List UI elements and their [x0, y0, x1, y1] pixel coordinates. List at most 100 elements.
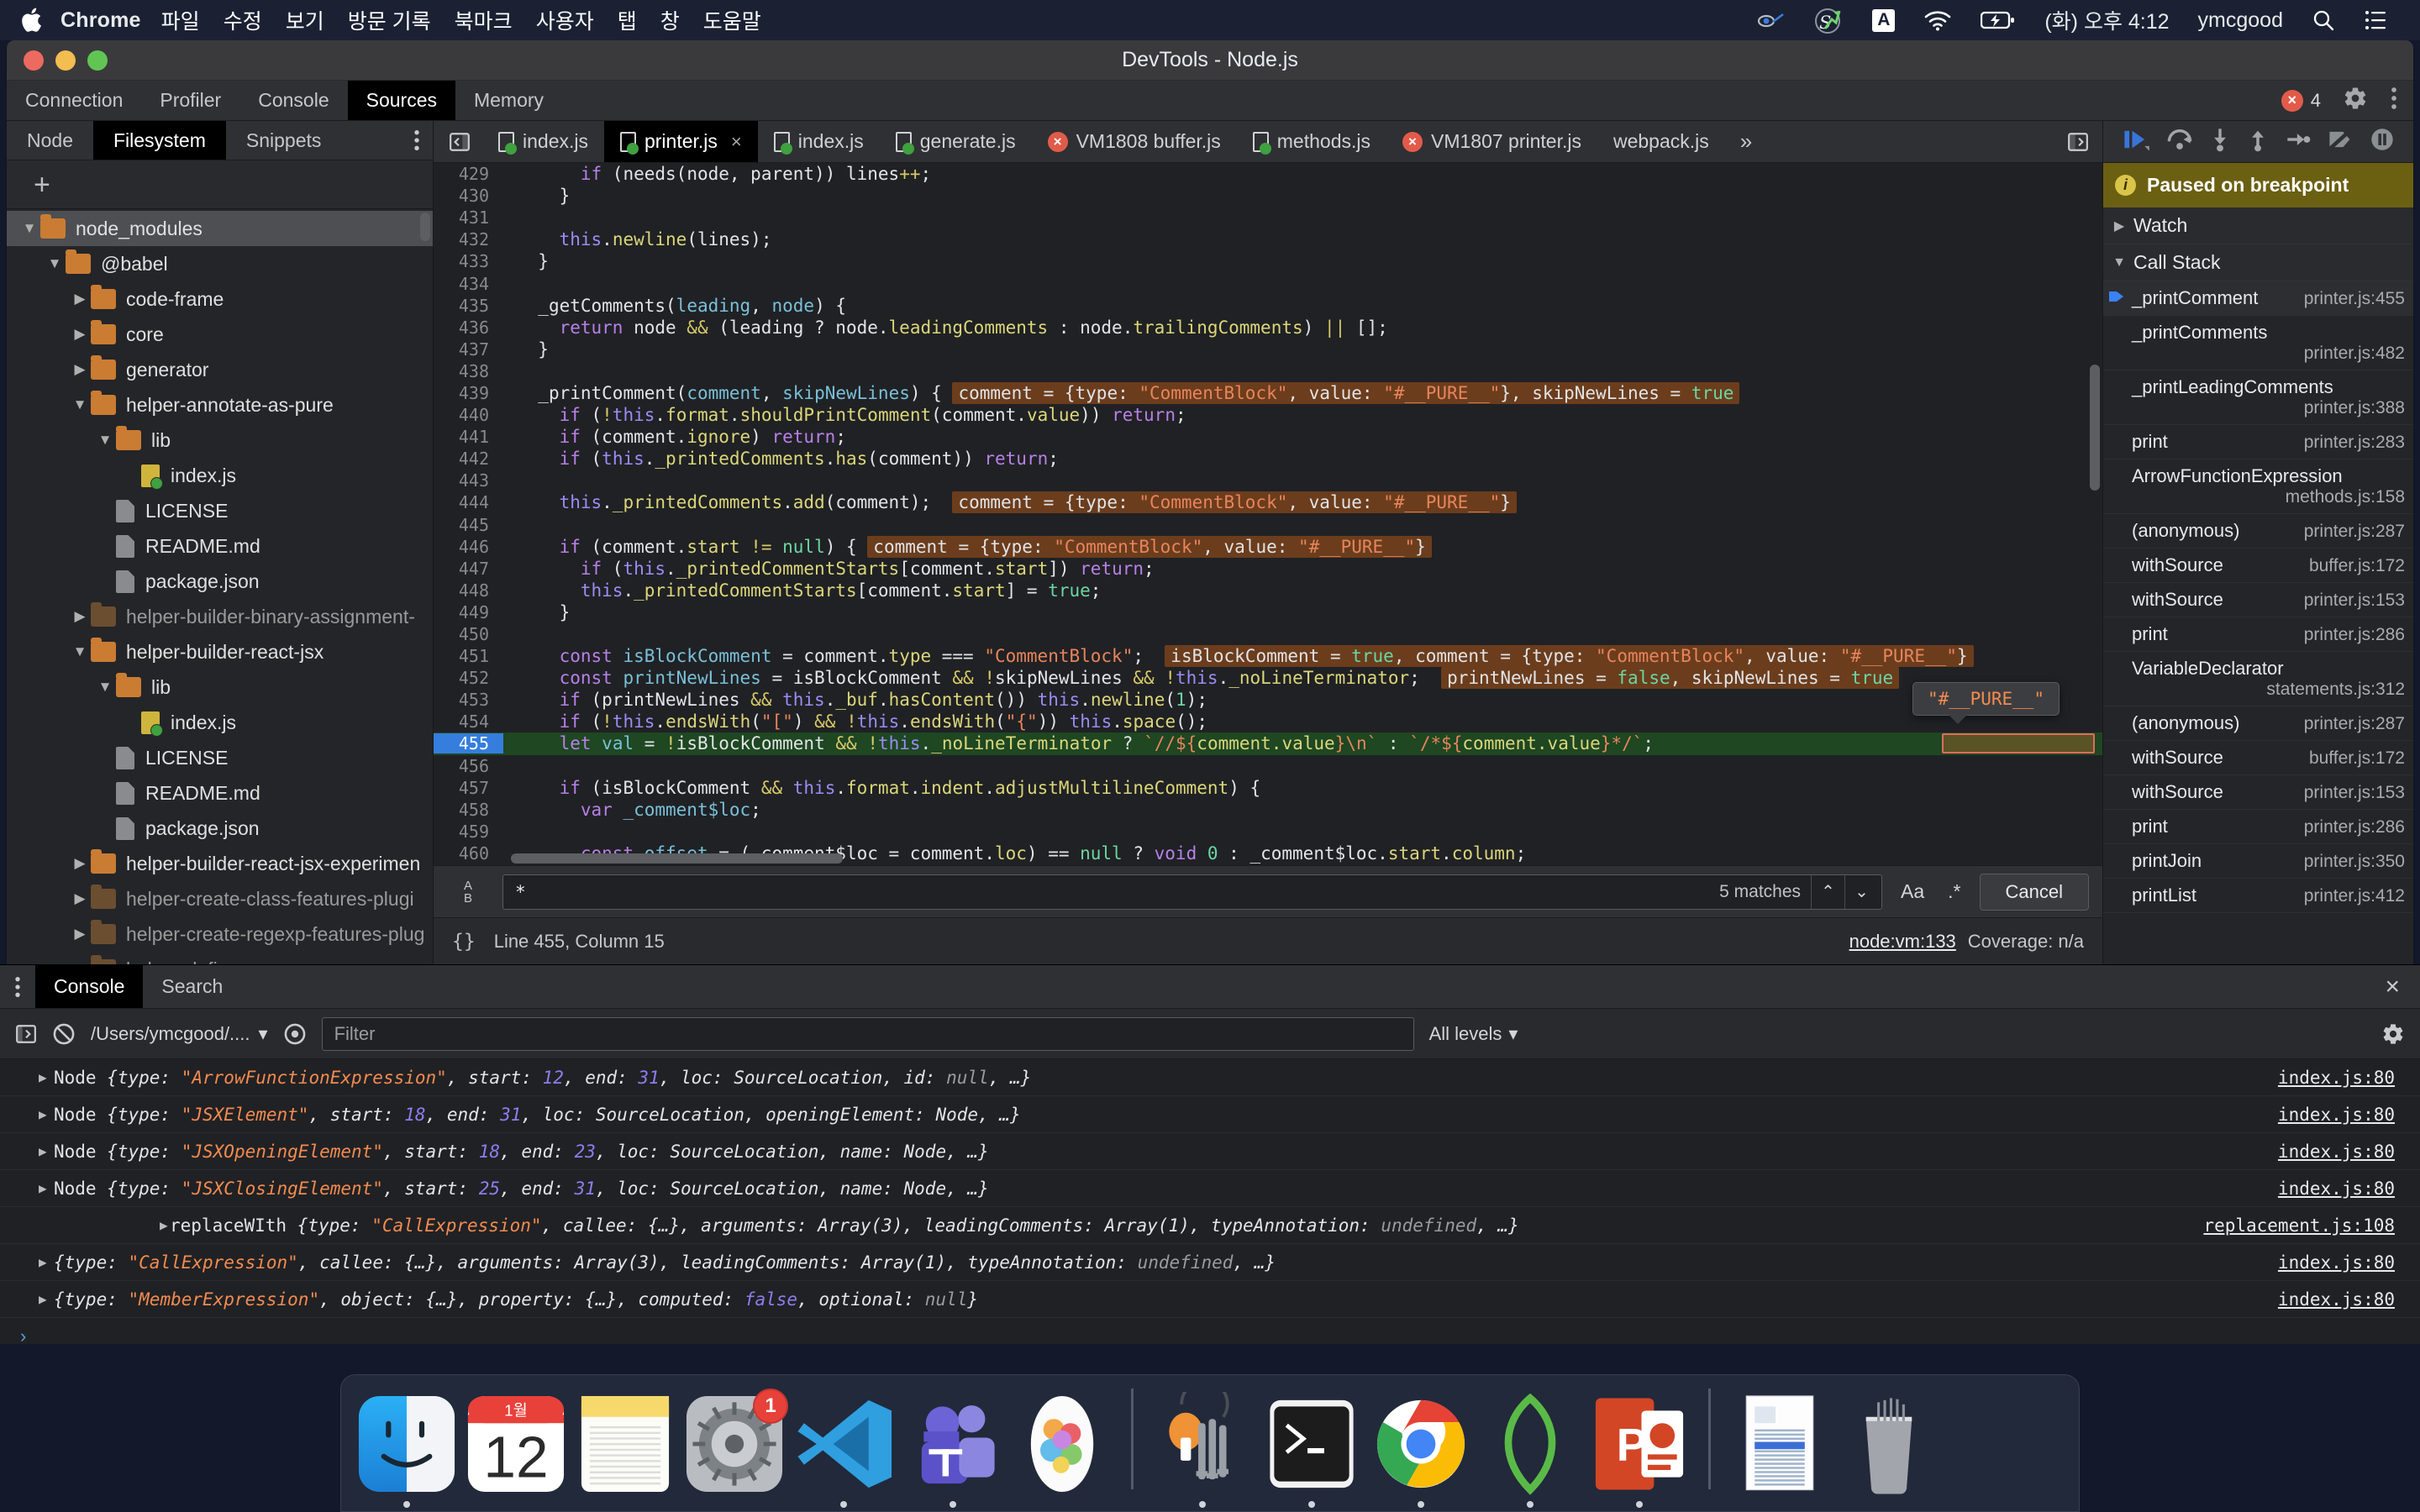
step-out-icon[interactable] [2247, 127, 2269, 156]
console-message[interactable]: ▶ Node {type: "JSXElement", start: 18, en… [0, 1096, 2420, 1133]
file-tab[interactable]: × VM1808 buffer.js [1032, 121, 1237, 162]
code-line[interactable]: 444 this._printedComments.add(comment); … [434, 491, 2102, 514]
dock-item-documents-stack[interactable] [1728, 1392, 1832, 1496]
navigator-scrollbar[interactable] [420, 213, 430, 241]
line-number[interactable]: 459 [434, 822, 503, 842]
call-stack-frame[interactable]: printList printer.js:412 [2103, 879, 2413, 913]
tree-item[interactable]: index.js [7, 458, 433, 493]
chevron-right-icon[interactable]: ▶ [69, 326, 91, 343]
navtab-filesystem[interactable]: Filesystem [92, 121, 226, 160]
line-number[interactable]: 444 [434, 492, 503, 512]
tree-item[interactable]: README.md [7, 528, 433, 564]
line-number[interactable]: 452 [434, 668, 503, 688]
code-line[interactable]: 446 if (comment.start != null) { comment… [434, 535, 2102, 558]
line-number[interactable]: 447 [434, 559, 503, 579]
line-number[interactable]: 430 [434, 186, 503, 206]
add-folder-button[interactable]: + [34, 171, 50, 199]
navtab-snippets[interactable]: Snippets [226, 121, 342, 160]
line-number[interactable]: 457 [434, 778, 503, 798]
code-line[interactable]: 452 const printNewLines = isBlockComment… [434, 667, 2102, 690]
code-line[interactable]: 457 if (isBlockComment && this.format.in… [434, 777, 2102, 799]
eye-tracking-icon[interactable] [1740, 0, 1799, 40]
file-tab[interactable]: × VM1807 printer.js [1386, 121, 1597, 162]
console-message[interactable]: ▶ Node {type: "JSXOpeningElement", start:… [0, 1133, 2420, 1170]
dock-item-finder[interactable] [355, 1392, 459, 1508]
code-line[interactable]: 449 } [434, 601, 2102, 623]
line-number[interactable]: 456 [434, 756, 503, 776]
menu-item-view[interactable]: 보기 [274, 5, 336, 35]
menu-item-bookmarks[interactable]: 북마크 [443, 5, 524, 35]
code-line[interactable]: 451 const isBlockComment = comment.type … [434, 645, 2102, 668]
search-input[interactable]: * 5 matches ⌃ ⌄ [502, 874, 1883, 910]
close-window-button[interactable] [24, 50, 44, 71]
live-expression-icon[interactable] [283, 1022, 307, 1046]
call-stack-frame[interactable]: withSource printer.js:153 [2103, 775, 2413, 810]
dock-item-microsoft-teams[interactable] [901, 1392, 1005, 1508]
drawer-tab-console[interactable]: Console [35, 965, 144, 1008]
section-call-stack[interactable]: ▼ Call Stack [2103, 244, 2413, 281]
console-settings-icon[interactable] [2365, 1022, 2405, 1046]
search-prev-button[interactable]: ⌃ [1811, 874, 1844, 909]
dock-item-google-chrome[interactable] [1369, 1392, 1473, 1508]
file-tab[interactable]: methods.js [1237, 121, 1386, 162]
step-icon[interactable] [2286, 129, 2311, 155]
chevron-right-icon[interactable]: ▶ [69, 361, 91, 378]
code-line[interactable]: 456 [434, 755, 2102, 777]
console-filter-input[interactable]: Filter [321, 1016, 1414, 1051]
code-line[interactable]: 435 _getComments(leading, node) { [434, 295, 2102, 317]
code-line[interactable]: 436 return node && (leading ? node.leadi… [434, 317, 2102, 339]
chevron-down-icon[interactable]: ▼ [69, 396, 91, 413]
call-stack-frame[interactable]: withSource printer.js:153 [2103, 583, 2413, 617]
maximize-window-button[interactable] [87, 50, 108, 71]
code-line[interactable]: 448 this._printedCommentStarts[comment.s… [434, 580, 2102, 601]
search-icon[interactable] [2297, 0, 2349, 40]
file-tab[interactable]: index.js [482, 121, 604, 162]
line-number[interactable]: 449 [434, 602, 503, 622]
resume-icon[interactable] [2122, 127, 2150, 156]
call-stack-frame[interactable]: withSource buffer.js:172 [2103, 549, 2413, 583]
file-tab[interactable]: index.js [758, 121, 880, 162]
battery-charging-icon[interactable] [1966, 0, 2030, 40]
code-line[interactable]: 438 [434, 360, 2102, 382]
dock-item-terminal[interactable] [1260, 1392, 1364, 1508]
line-number[interactable]: 442 [434, 449, 503, 469]
console-source-link[interactable]: index.js:80 [2278, 1105, 2420, 1125]
clear-console-icon[interactable] [52, 1022, 76, 1046]
line-number[interactable]: 436 [434, 318, 503, 338]
tree-item[interactable]: ▶helper-define-map [7, 952, 433, 964]
settings-gear-icon[interactable] [2343, 86, 2368, 115]
input-source-badge[interactable]: A [1858, 0, 1909, 40]
expand-arrow-icon[interactable]: ▶ [39, 1254, 47, 1270]
console-message[interactable]: ▶ {type: "CallExpression", callee: {…}, a… [0, 1244, 2420, 1281]
tree-item[interactable]: ▼ @babel [7, 246, 433, 281]
tree-item[interactable]: ▶ helper-create-class-features-plugi [7, 881, 433, 916]
line-number[interactable]: 446 [434, 537, 503, 557]
chevron-down-icon[interactable]: ▼ [18, 220, 40, 237]
expand-arrow-icon[interactable]: ▶ [160, 1217, 168, 1233]
more-file-tabs-icon[interactable]: » [1725, 121, 1767, 162]
section-watch[interactable]: ▶ Watch [2103, 207, 2413, 244]
chevron-right-icon[interactable]: ▶ [69, 855, 91, 872]
step-into-icon[interactable] [2209, 127, 2231, 156]
console-context-selector[interactable]: /Users/ymcgood/.... ▾ [91, 1023, 268, 1045]
file-tab[interactable]: generate.js [880, 121, 1032, 162]
menu-item-history[interactable]: 방문 기록 [336, 5, 443, 35]
console-message[interactable]: ▶ {type: "MemberExpression", object: {…},… [0, 1281, 2420, 1318]
search-next-button[interactable]: ⌄ [1844, 874, 1878, 909]
code-line[interactable]: 445 [434, 514, 2102, 536]
navtab-node[interactable]: Node [7, 121, 93, 160]
call-stack-frame[interactable]: _printComments printer.js:482 [2103, 316, 2413, 370]
code-line[interactable]: 433 } [434, 250, 2102, 272]
pause-on-exceptions-icon[interactable] [2370, 127, 2395, 156]
code-line[interactable]: 453 if (printNewLines && this._buf.hasCo… [434, 689, 2102, 711]
code-line[interactable]: 439 _printComment(comment, skipNewLines)… [434, 381, 2102, 404]
code-line[interactable]: 454 if (!this.endsWith("[") && !this.end… [434, 711, 2102, 732]
expand-arrow-icon[interactable]: ▶ [39, 1291, 47, 1307]
code-line[interactable]: 429 if (needs(node, parent)) lines++; [434, 163, 2102, 185]
line-number[interactable]: 443 [434, 470, 503, 491]
dock-item-trash[interactable] [1837, 1392, 1941, 1496]
code-line[interactable]: 430 } [434, 185, 2102, 207]
console-message[interactable]: ▶ replaceWIth {type: "CallExpression", ca… [0, 1207, 2420, 1244]
file-tab[interactable]: webpack.js [1597, 121, 1725, 162]
menu-item-window[interactable]: 창 [649, 5, 692, 35]
